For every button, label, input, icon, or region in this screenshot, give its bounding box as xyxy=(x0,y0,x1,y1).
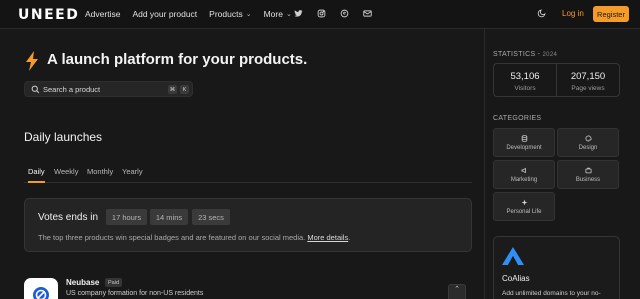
nav-products-dropdown[interactable]: Products ⌄ xyxy=(209,9,251,19)
search-placeholder: Search a product xyxy=(43,85,101,94)
nav-advertise[interactable]: Advertise xyxy=(85,9,120,19)
sidebar-divider xyxy=(484,29,485,299)
product-name[interactable]: Neubase xyxy=(66,278,99,287)
coalias-logo-icon xyxy=(502,247,524,265)
search-icon xyxy=(31,85,40,94)
more-details-link[interactable]: More details xyxy=(307,233,348,242)
category-label: Development xyxy=(506,144,542,151)
category-design[interactable]: Design xyxy=(557,128,619,157)
votes-description: The top three products win special badge… xyxy=(38,233,351,242)
statistics-label-text: STATISTICS xyxy=(493,51,536,58)
statistics-label: STATISTICS - 2024 xyxy=(493,51,558,58)
palette-icon xyxy=(585,134,592,142)
main-nav: Advertise Add your product Products ⌄ Mor… xyxy=(85,9,292,19)
category-label: Business xyxy=(575,176,601,183)
threads-icon[interactable] xyxy=(340,9,349,18)
category-personal-life[interactable]: Personal Life xyxy=(493,192,555,221)
k-key-badge: K xyxy=(180,85,189,94)
nav-add-product-label: Add your product xyxy=(132,9,198,19)
category-label: Marketing xyxy=(510,176,538,183)
votes-description-text: The top three products win special badge… xyxy=(38,233,306,242)
tab-weekly[interactable]: Weekly xyxy=(54,167,78,183)
top-nav: UNEED Advertise Add your product Product… xyxy=(0,0,640,29)
paid-badge: Paid xyxy=(105,278,123,287)
sparkle-icon xyxy=(521,199,527,205)
ad-description: Add unlimited domains to your no- xyxy=(502,290,601,297)
nav-advertise-label: Advertise xyxy=(85,9,121,19)
votes-title: Votes ends in xyxy=(38,212,99,223)
categories-label: CATEGORIES xyxy=(493,115,542,122)
visitors-value: 53,106 xyxy=(510,71,540,82)
command-key-badge: ⌘ xyxy=(168,85,177,94)
neubase-logo-icon xyxy=(33,287,49,299)
nav-add-product[interactable]: Add your product xyxy=(132,9,197,19)
ad-title: CoAlias xyxy=(502,274,530,283)
chevron-down-icon: ⌄ xyxy=(285,11,292,18)
hero-title: A launch platform for your products. xyxy=(47,51,308,68)
countdown-secs: 23 secs xyxy=(192,209,230,225)
briefcase-icon xyxy=(584,167,592,173)
moon-icon[interactable] xyxy=(537,9,546,18)
tab-daily[interactable]: Daily xyxy=(28,167,45,183)
twitter-icon[interactable] xyxy=(294,9,303,18)
pageviews-stat: 207,150 Page views xyxy=(556,64,619,96)
statistics-card: 53,106 Visitors 207,150 Page views xyxy=(493,63,620,97)
period-tabs: Daily Weekly Monthly Yearly xyxy=(24,166,472,183)
login-link[interactable]: Log in xyxy=(562,9,584,18)
product-description: US company formation for non-US resident… xyxy=(66,290,204,297)
megaphone-icon xyxy=(520,167,526,173)
countdown-hours: 17 hours xyxy=(106,209,147,225)
statistics-year: 2024 xyxy=(542,52,558,58)
database-icon xyxy=(521,134,527,142)
section-title: Daily launches xyxy=(24,130,103,144)
lightning-bolt-icon xyxy=(26,51,38,71)
sponsored-ad-card[interactable]: CoAlias Add unlimited domains to your no… xyxy=(493,236,620,299)
register-button[interactable]: Register xyxy=(593,6,629,22)
pageviews-value: 207,150 xyxy=(570,71,606,82)
nav-products-label: Products xyxy=(209,9,243,19)
product-logo[interactable] xyxy=(24,278,58,299)
visitors-stat: 53,106 Visitors xyxy=(494,64,556,96)
uneed-logo[interactable]: UNEED xyxy=(18,7,79,23)
category-label: Personal Life xyxy=(506,208,542,215)
category-business[interactable]: Business xyxy=(557,160,619,189)
pageviews-label: Page views xyxy=(571,85,605,92)
tab-yearly[interactable]: Yearly xyxy=(122,167,143,183)
category-development[interactable]: Development xyxy=(493,128,555,157)
visitors-label: Visitors xyxy=(514,85,536,92)
search-input[interactable]: Search a product ⌘ K xyxy=(24,81,193,97)
votes-countdown-card: Votes ends in 17 hours 14 mins 23 secs T… xyxy=(24,198,472,252)
chevron-down-icon: ⌄ xyxy=(245,11,252,18)
chevron-up-icon: ⌃ xyxy=(454,286,460,293)
category-label: Design xyxy=(578,144,598,151)
tab-monthly[interactable]: Monthly xyxy=(87,167,113,183)
nav-more-dropdown[interactable]: More ⌄ xyxy=(264,9,292,19)
countdown-mins: 14 mins xyxy=(150,209,188,225)
category-marketing[interactable]: Marketing xyxy=(493,160,555,189)
mail-icon[interactable] xyxy=(363,9,372,18)
upvote-button[interactable]: ⌃ xyxy=(448,284,466,299)
instagram-icon[interactable] xyxy=(317,9,326,18)
nav-more-label: More xyxy=(263,9,283,19)
social-links xyxy=(294,9,372,18)
